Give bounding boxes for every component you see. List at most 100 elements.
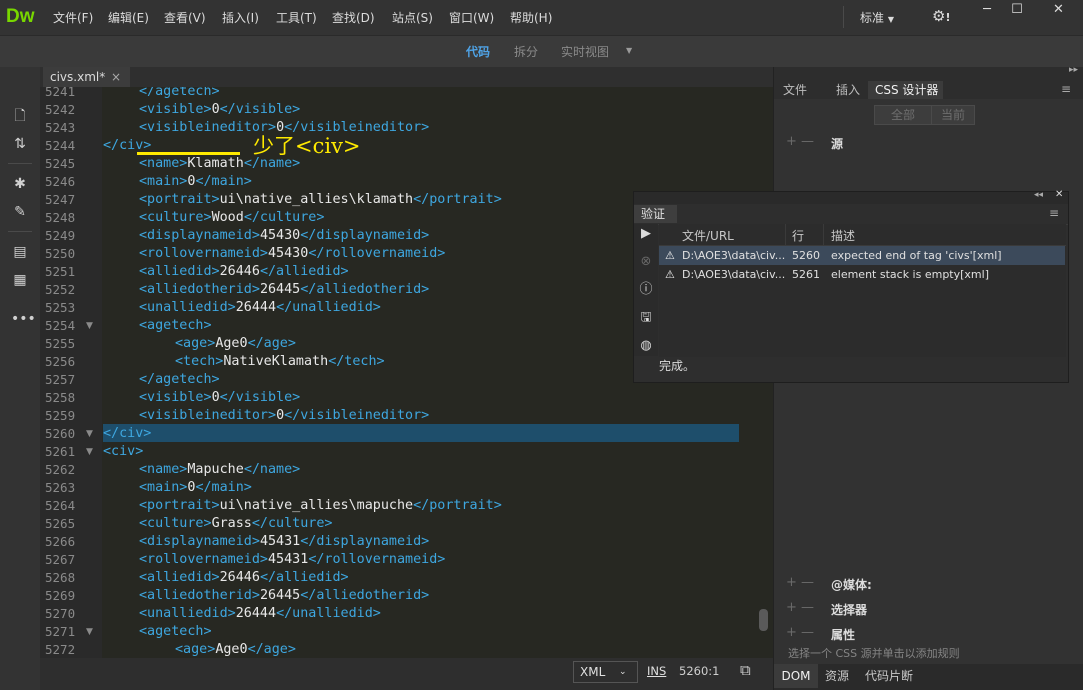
fold-toggle-icon[interactable]: ▼ bbox=[86, 425, 93, 443]
scrollbar-thumb[interactable] bbox=[759, 609, 768, 631]
tab-snippets[interactable]: 代码片断 bbox=[865, 664, 913, 688]
menu-tools[interactable]: 工具(T) bbox=[276, 9, 317, 26]
media-add-remove[interactable]: + — bbox=[786, 575, 814, 590]
menu-find[interactable]: 查找(D) bbox=[332, 9, 375, 26]
fold-toggle-icon[interactable]: ▼ bbox=[86, 623, 93, 641]
save-icon[interactable]: 🖫 bbox=[638, 310, 654, 326]
collapse-panel-icon[interactable]: ▸▸ bbox=[1069, 65, 1078, 75]
gear-icon[interactable]: ⚙! bbox=[932, 7, 950, 25]
tab-assets[interactable]: 资源 bbox=[825, 664, 849, 688]
xml-close-tag: </unalliedid> bbox=[276, 300, 381, 315]
results-header: 文件/URL 行 描述 bbox=[659, 224, 1066, 246]
code-line: <rollovernameid>45430</rollovernameid> bbox=[139, 245, 445, 263]
code-line: </agetech> bbox=[139, 87, 220, 101]
chevron-down-icon: ▼ bbox=[887, 15, 894, 24]
code-line: <tech>NativeKlamath</tech> bbox=[175, 353, 385, 371]
xml-close-tag: </age> bbox=[247, 336, 296, 351]
line-number: 5243 bbox=[45, 120, 76, 135]
table-row[interactable]: ⚠ D:\AOE3\data\civ... 5261 element stack… bbox=[659, 265, 1065, 284]
file-management-icon[interactable]: ⇅ bbox=[11, 135, 29, 153]
xml-open-tag: <portrait> bbox=[139, 498, 220, 513]
comment-icon[interactable]: ▤ bbox=[11, 243, 29, 261]
col-line[interactable]: 行 bbox=[792, 227, 804, 244]
format-source-icon[interactable]: ✎ bbox=[11, 203, 29, 221]
code-line: <alliedotherid>26445</alliedotherid> bbox=[139, 587, 429, 605]
menu-insert[interactable]: 插入(I) bbox=[222, 9, 259, 26]
tab-css-designer[interactable]: CSS 设计器 bbox=[875, 81, 938, 99]
menu-site[interactable]: 站点(S) bbox=[392, 9, 433, 26]
line-number: 5247 bbox=[45, 192, 76, 207]
insert-mode[interactable]: INS bbox=[647, 664, 666, 678]
xml-text: 45431 bbox=[259, 534, 301, 549]
open-documents-icon[interactable]: 🗋 bbox=[11, 107, 29, 125]
snippet-icon[interactable]: ▦ bbox=[11, 271, 29, 289]
xml-close-tag: </age> bbox=[247, 642, 296, 657]
tab-files[interactable]: 文件 bbox=[783, 81, 807, 99]
chevron-down-icon[interactable]: ▼ bbox=[626, 46, 632, 55]
tab-civs-xml[interactable]: civs.xml* × bbox=[43, 67, 130, 87]
panel-header: ▸▸ bbox=[774, 65, 1083, 81]
properties-add-remove[interactable]: + — bbox=[786, 625, 814, 640]
xml-close-tag: </alliedid> bbox=[259, 570, 349, 585]
code-line: <name>Mapuche</name> bbox=[139, 461, 300, 479]
all-button[interactable]: 全部 bbox=[874, 105, 932, 125]
code-line: <visibleineditor>0</visibleineditor> bbox=[139, 407, 429, 425]
minimize-button[interactable]: ─ bbox=[972, 0, 1002, 22]
collapse-icon[interactable]: ◂◂ bbox=[1034, 190, 1043, 200]
code-line: <agetech> bbox=[139, 317, 212, 335]
source-add-remove[interactable]: + — bbox=[786, 134, 814, 149]
fold-toggle-icon[interactable]: ▼ bbox=[86, 317, 93, 335]
table-row[interactable]: ⚠ D:\AOE3\data\civ... 5260 expected end … bbox=[659, 246, 1065, 265]
menu-edit[interactable]: 编辑(E) bbox=[108, 9, 149, 26]
close-button[interactable]: ✕ bbox=[1036, 0, 1081, 22]
view-code-tab[interactable]: 代码 bbox=[466, 43, 490, 60]
current-button[interactable]: 当前 bbox=[931, 105, 975, 125]
tab-insert[interactable]: 插入 bbox=[836, 81, 860, 99]
menu-view[interactable]: 查看(V) bbox=[164, 9, 206, 26]
line-number-gutter: 5241 5242 5243 5244 5245 5246 5247 5248 5249 5250… bbox=[40, 87, 102, 658]
close-tab-icon[interactable]: × bbox=[111, 67, 121, 87]
fold-toggle-icon[interactable]: ▼ bbox=[86, 443, 93, 461]
tab-dom[interactable]: DOM bbox=[774, 664, 818, 688]
more-icon[interactable]: ••• bbox=[11, 310, 36, 328]
validation-results-table: 文件/URL 行 描述 ⚠ D:\AOE3\data\civ... 5260 e… bbox=[659, 224, 1066, 357]
menu-help[interactable]: 帮助(H) bbox=[510, 9, 552, 26]
globe-icon[interactable]: ◍ bbox=[638, 338, 654, 354]
xml-open-tag: <rollovernameid> bbox=[139, 552, 268, 567]
code-line: <age>Age0</age> bbox=[175, 335, 296, 353]
expand-collapse-icon[interactable]: ✱ bbox=[11, 175, 29, 193]
tab-validation[interactable]: 验证 bbox=[634, 205, 677, 223]
close-icon[interactable]: ✕ bbox=[1055, 189, 1063, 200]
view-split-tab[interactable]: 拆分 bbox=[514, 43, 538, 60]
info-icon[interactable]: ⓘ bbox=[638, 282, 654, 298]
selectors-add-remove[interactable]: + — bbox=[786, 600, 814, 615]
language-select[interactable]: XML ⌄ bbox=[573, 661, 638, 683]
validation-title-bar[interactable]: ◂◂ ✕ bbox=[634, 189, 1068, 204]
play-icon[interactable]: ▶ bbox=[638, 226, 654, 242]
code-line: <visible>0</visible> bbox=[139, 389, 300, 407]
annotation-underline bbox=[137, 152, 240, 155]
xml-open-tag: <main> bbox=[139, 480, 188, 495]
section-sources: 源 bbox=[831, 137, 844, 151]
code-line: <unalliedid>26444</unalliedid> bbox=[139, 299, 381, 317]
stop-icon[interactable]: ⊗ bbox=[638, 254, 654, 270]
panel-menu-icon[interactable]: ≡ bbox=[1049, 206, 1059, 220]
preview-icon[interactable]: ⧉ bbox=[740, 661, 751, 679]
xml-open-tag: <visible> bbox=[139, 102, 212, 117]
xml-open-tag: </civ> bbox=[103, 426, 152, 441]
xml-text: Wood bbox=[211, 210, 244, 225]
workspace-switcher[interactable]: 标准 ▼ bbox=[860, 9, 894, 26]
view-live-tab[interactable]: 实时视图 bbox=[561, 43, 609, 60]
menu-file[interactable]: 文件(F) bbox=[53, 9, 93, 26]
code-line: </agetech> bbox=[139, 371, 220, 389]
col-description[interactable]: 描述 bbox=[831, 227, 855, 244]
workspace-label: 标准 bbox=[860, 11, 885, 25]
col-file[interactable]: 文件/URL bbox=[682, 227, 734, 244]
panel-menu-icon[interactable]: ≡ bbox=[1061, 82, 1071, 96]
separator bbox=[843, 6, 844, 28]
code-line: <alliedid>26446</alliedid> bbox=[139, 569, 349, 587]
menu-window[interactable]: 窗口(W) bbox=[449, 9, 494, 26]
panel-tabs: 文件 插入 CSS 设计器 ≡ bbox=[774, 81, 1083, 99]
xml-text: 45430 bbox=[268, 246, 309, 261]
maximize-button[interactable]: ☐ bbox=[1002, 0, 1032, 22]
